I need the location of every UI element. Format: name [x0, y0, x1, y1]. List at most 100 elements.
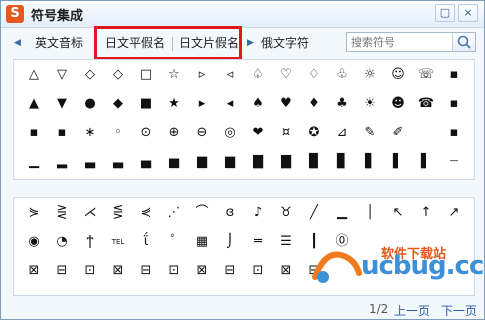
symbol-cell[interactable]: ⊖ — [188, 120, 216, 146]
symbol-cell[interactable]: ↑ — [412, 200, 440, 226]
symbol-cell[interactable]: ▪ — [440, 62, 468, 88]
symbol-cell[interactable]: ▆ — [216, 149, 244, 175]
symbol-cell[interactable]: ▪ — [440, 120, 468, 146]
symbol-cell[interactable]: ∗ — [76, 120, 104, 146]
symbol-cell[interactable]: ⌡ — [216, 229, 244, 255]
symbol-cell[interactable]: ⊟ — [48, 258, 76, 284]
symbol-cell[interactable]: ▆ — [188, 149, 216, 175]
symbol-cell[interactable]: ♡ — [272, 62, 300, 88]
symbol-cell[interactable]: ⋚ — [104, 200, 132, 226]
symbol-cell[interactable]: ☆ — [160, 62, 188, 88]
symbol-cell[interactable]: ☏ — [412, 62, 440, 88]
symbol-cell[interactable]: ★ — [160, 91, 188, 117]
tab-english-phonetic[interactable]: 英文音标 — [35, 34, 83, 51]
symbol-cell[interactable]: ▽ — [48, 62, 76, 88]
symbol-cell[interactable]: ⌒ — [188, 200, 216, 226]
symbol-cell[interactable]: ☎ — [412, 91, 440, 117]
close-button[interactable]: × — [458, 4, 478, 22]
symbol-cell[interactable]: ▦ — [188, 229, 216, 255]
symbol-cell[interactable]: ⋌ — [76, 200, 104, 226]
symbol-cell[interactable]: ┈ — [440, 149, 468, 175]
symbol-cell[interactable]: ✐ — [384, 120, 412, 146]
symbol-cell[interactable]: ▌ — [384, 149, 412, 175]
symbol-cell[interactable]: ⊿ — [328, 120, 356, 146]
tab-russian[interactable]: 俄文字符 — [261, 34, 309, 51]
symbol-cell[interactable]: ❤ — [244, 120, 272, 146]
symbol-cell[interactable]: ↖ — [384, 200, 412, 226]
symbol-cell[interactable]: ▪ — [48, 120, 76, 146]
search-input[interactable] — [347, 33, 451, 51]
tabs-next-arrow-icon[interactable]: ▶ — [247, 38, 254, 48]
symbol-cell[interactable]: ◎ — [216, 120, 244, 146]
symbol-cell[interactable]: ☻ — [384, 91, 412, 117]
symbol-cell[interactable]: ⊠ — [104, 258, 132, 284]
symbol-cell[interactable]: ✪ — [300, 120, 328, 146]
pin-button[interactable]: ▢ — [435, 4, 455, 22]
symbol-cell[interactable]: ⊕ — [160, 120, 188, 146]
symbol-cell[interactable]: ⋟ — [20, 200, 48, 226]
symbol-cell[interactable]: ⊡ — [244, 258, 272, 284]
symbol-cell[interactable]: ▇ — [272, 149, 300, 175]
symbol-cell[interactable]: ✎ — [356, 120, 384, 146]
symbol-cell[interactable]: ◦ — [104, 120, 132, 146]
symbol-cell[interactable] — [412, 120, 440, 146]
symbol-cell[interactable]: ⊠ — [20, 258, 48, 284]
symbol-cell[interactable]: ◉ — [20, 229, 48, 255]
symbol-cell[interactable]: ▲ — [20, 91, 48, 117]
symbol-cell[interactable]: ◂ — [216, 91, 244, 117]
symbol-cell[interactable]: ▌ — [412, 149, 440, 175]
symbol-cell[interactable]: ▅ — [160, 149, 188, 175]
symbol-cell[interactable]: ☀ — [356, 91, 384, 117]
symbol-cell[interactable]: ⊡ — [160, 258, 188, 284]
symbol-cell[interactable]: ♉ — [272, 200, 300, 226]
symbol-cell[interactable]: ▉ — [300, 149, 328, 175]
symbol-cell[interactable]: TEL — [104, 229, 132, 255]
symbol-cell[interactable]: ♥ — [272, 91, 300, 117]
symbol-cell[interactable]: ⊟ — [132, 258, 160, 284]
symbol-cell[interactable]: ↗ — [440, 200, 468, 226]
symbol-cell[interactable]: ▼ — [48, 91, 76, 117]
symbol-cell[interactable]: ▹ — [188, 62, 216, 88]
symbol-cell[interactable]: ▃ — [104, 149, 132, 175]
prev-page-link[interactable]: 上一页 — [394, 302, 430, 319]
symbol-cell[interactable]: ☰ — [272, 229, 300, 255]
symbol-cell[interactable]: ⋛ — [48, 200, 76, 226]
symbol-cell[interactable]: △ — [20, 62, 48, 88]
symbol-cell[interactable]: ╱ — [300, 200, 328, 226]
symbol-cell[interactable]: ﾟ — [160, 229, 188, 255]
symbol-cell[interactable]: ◆ — [104, 91, 132, 117]
symbol-cell[interactable]: ♪ — [244, 200, 272, 226]
next-page-link[interactable]: 下一页 — [441, 302, 477, 319]
symbol-cell[interactable]: ● — [76, 91, 104, 117]
symbol-cell[interactable]: ▂ — [48, 149, 76, 175]
symbol-cell[interactable]: □ — [132, 62, 160, 88]
symbol-cell[interactable]: ♧ — [328, 62, 356, 88]
symbol-cell[interactable]: │ — [356, 200, 384, 226]
symbol-cell[interactable]: ▸ — [188, 91, 216, 117]
symbol-cell[interactable]: ⊙ — [132, 120, 160, 146]
symbol-cell[interactable]: ⊟ — [216, 258, 244, 284]
symbol-cell[interactable]: ☺ — [384, 62, 412, 88]
symbol-cell[interactable]: ▃ — [76, 149, 104, 175]
symbol-cell[interactable]: ⋰ — [160, 200, 188, 226]
symbol-cell[interactable]: ▪ — [440, 91, 468, 117]
symbol-cell[interactable]: ☼ — [356, 62, 384, 88]
symbol-cell[interactable]: ◃ — [216, 62, 244, 88]
symbol-cell[interactable]: ▋ — [356, 149, 384, 175]
symbol-cell[interactable]: ♦ — [300, 91, 328, 117]
symbol-cell[interactable]: ▊ — [328, 149, 356, 175]
symbol-cell[interactable]: ϯ — [76, 229, 104, 255]
symbol-cell[interactable]: ▄ — [132, 149, 160, 175]
symbol-cell[interactable]: ♣ — [328, 91, 356, 117]
symbol-cell[interactable]: ═ — [244, 229, 272, 255]
symbol-cell[interactable]: ɞ — [216, 200, 244, 226]
symbol-cell[interactable]: ⊡ — [76, 258, 104, 284]
symbol-cell[interactable]: ▁ — [328, 200, 356, 226]
symbol-cell[interactable]: ▪ — [20, 120, 48, 146]
symbol-cell[interactable]: ΐ — [132, 229, 160, 255]
symbol-cell[interactable]: ■ — [132, 91, 160, 117]
symbol-cell[interactable]: ♠ — [244, 91, 272, 117]
symbol-cell[interactable]: ▇ — [244, 149, 272, 175]
symbol-cell[interactable]: ⊠ — [272, 258, 300, 284]
symbol-cell[interactable]: ▁ — [20, 149, 48, 175]
